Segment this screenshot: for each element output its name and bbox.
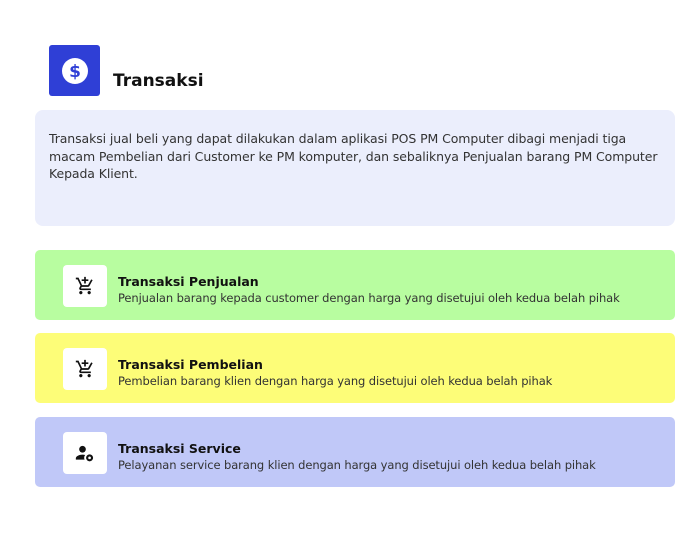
add-to-cart-icon (75, 359, 93, 378)
item-description: Pelayanan service barang klien dengan ha… (118, 458, 596, 472)
item-description: Penjualan barang kepada customer dengan … (118, 291, 620, 305)
svg-text:$: $ (69, 62, 81, 82)
item-title: Transaksi Pembelian (118, 357, 263, 372)
item-icon-box (63, 432, 107, 474)
user-settings-icon (75, 445, 94, 462)
item-icon-box (63, 348, 107, 390)
transaksi-header-icon-box: $ (49, 45, 100, 96)
item-transaksi-service[interactable]: Transaksi Service Pelayanan service bara… (35, 417, 675, 487)
description-text: Transaksi jual beli yang dapat dilakukan… (49, 131, 658, 181)
description-card: Transaksi jual beli yang dapat dilakukan… (35, 110, 675, 226)
add-to-cart-icon (75, 276, 93, 295)
item-title: Transaksi Penjualan (118, 274, 259, 289)
item-title: Transaksi Service (118, 441, 241, 456)
page-title: Transaksi (113, 71, 204, 91)
item-icon-box (63, 265, 107, 307)
item-description: Pembelian barang klien dengan harga yang… (118, 374, 553, 388)
item-transaksi-pembelian[interactable]: Transaksi Pembelian Pembelian barang kli… (35, 333, 675, 403)
item-transaksi-penjualan[interactable]: Transaksi Penjualan Penjualan barang kep… (35, 250, 675, 320)
dollar-icon: $ (61, 57, 88, 84)
